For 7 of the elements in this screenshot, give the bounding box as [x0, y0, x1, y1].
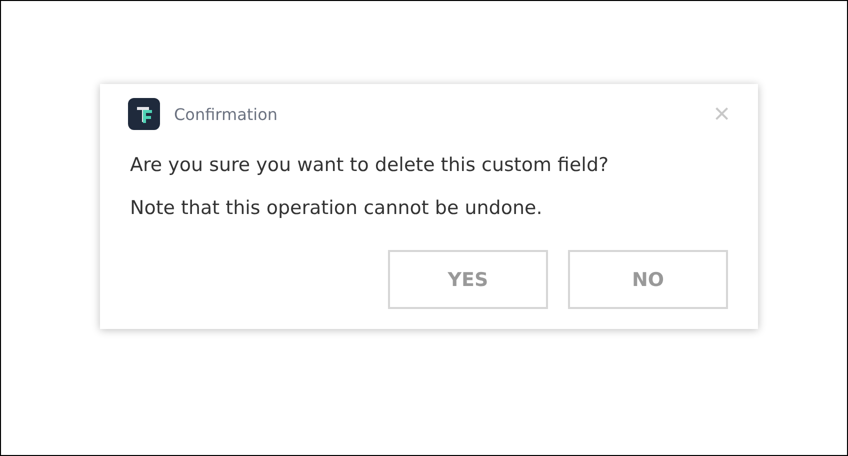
dialog-title: Confirmation	[174, 104, 279, 124]
message-text: Are you sure you want to delete this custom field?	[130, 153, 610, 178]
cancel-button[interactable]: NO	[568, 250, 728, 309]
logo-icon	[128, 98, 160, 130]
message-text: Note that this operation cannot be undone.	[130, 196, 544, 221]
close-button[interactable]: ×	[714, 100, 730, 128]
confirm-button[interactable]: YES	[388, 250, 548, 309]
